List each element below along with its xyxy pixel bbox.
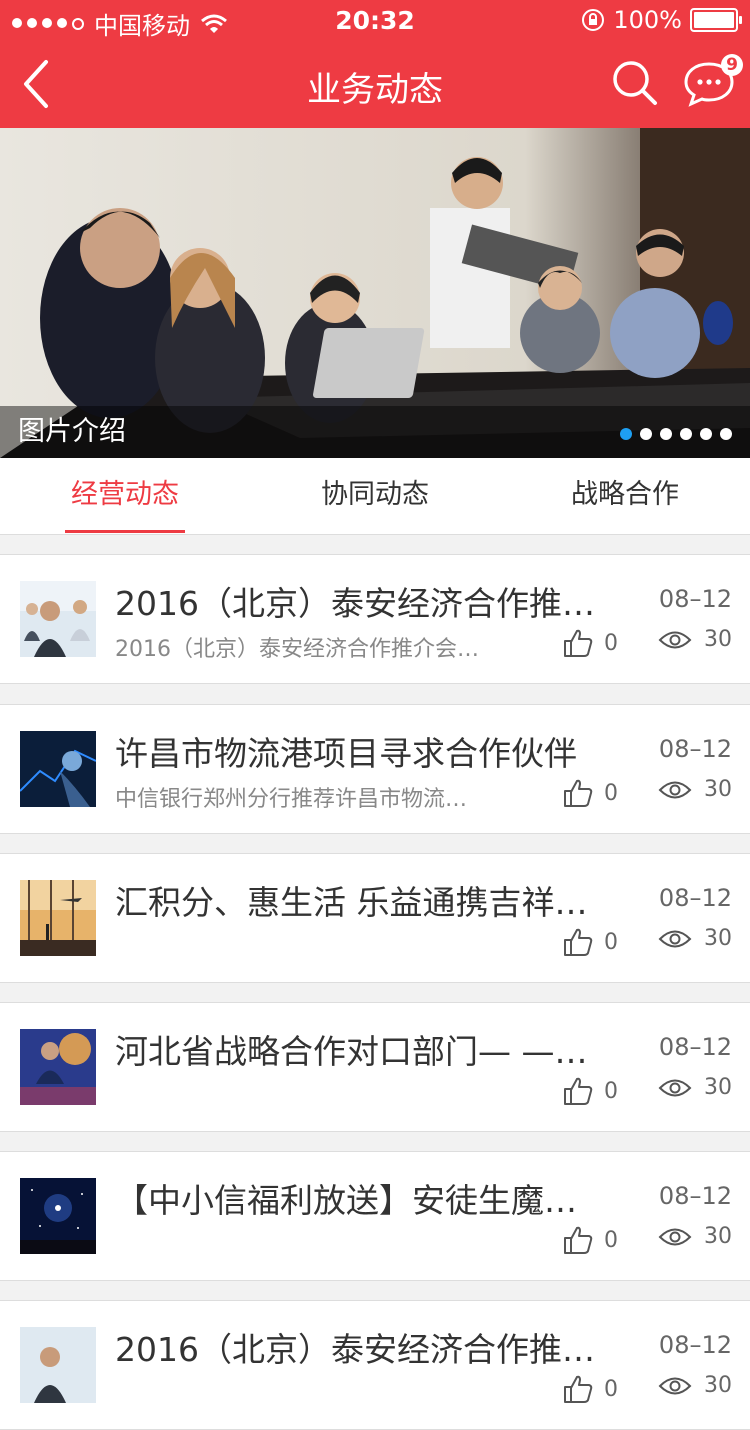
- item-date: 08–12: [658, 1033, 732, 1061]
- list-item[interactable]: 许昌市物流港项目寻求合作伙伴 中信银行郑州分行推荐许昌市物流… 08–12 0 …: [0, 704, 750, 834]
- thumbnail-conference-speaker: [20, 1029, 96, 1105]
- eye-icon: [658, 930, 692, 947]
- item-title: 河北省战略合作对口部门— —…: [115, 1032, 588, 1071]
- thumbs-up-icon: [564, 1226, 593, 1254]
- category-tabs: 经营动态 协同动态 战略合作: [0, 458, 750, 535]
- pager-dot[interactable]: [720, 428, 732, 440]
- list-item[interactable]: 汇积分、惠生活 乐益通携吉祥… 08–12 0 30: [0, 853, 750, 983]
- like-count: 0: [604, 780, 618, 806]
- item-summary: 2016（北京）泰安经济合作推介会…: [115, 637, 479, 662]
- battery-fill: [694, 12, 734, 28]
- view-count: 30: [704, 627, 732, 652]
- item-title: 许昌市物流港项目寻求合作伙伴: [115, 734, 577, 773]
- item-title: 2016（北京）泰安经济合作推…: [115, 584, 595, 623]
- eye-icon: [658, 1079, 692, 1096]
- eye-icon: [658, 1228, 692, 1245]
- view-count: 30: [704, 1075, 732, 1100]
- like-count: 0: [604, 929, 618, 955]
- thumbnail-starry-sky: [20, 1178, 96, 1254]
- search-icon[interactable]: [610, 58, 660, 108]
- battery-icon: [690, 8, 742, 32]
- view-count: 30: [704, 1224, 732, 1249]
- like-count: 0: [604, 630, 618, 656]
- item-date: 08–12: [658, 585, 732, 613]
- pager-dot[interactable]: [620, 428, 632, 440]
- eye-icon: [658, 781, 692, 798]
- eye-icon: [658, 1377, 692, 1394]
- nav-bar: 业务动态 9: [0, 40, 750, 128]
- like-button[interactable]: 0: [562, 1224, 618, 1256]
- banner-carousel[interactable]: 图片介绍: [0, 128, 750, 458]
- item-title: 2016（北京）泰安经济合作推…: [115, 1330, 595, 1369]
- tab-operations[interactable]: 经营动态: [50, 458, 200, 534]
- view-count-group: 30: [658, 1373, 732, 1398]
- banner-caption: 图片介绍: [18, 416, 126, 447]
- thumbs-up-icon: [564, 1375, 593, 1403]
- message-badge: 9: [721, 54, 743, 76]
- like-button[interactable]: 0: [562, 777, 618, 809]
- pager-dot[interactable]: [640, 428, 652, 440]
- thumbs-up-icon: [564, 779, 593, 807]
- pager-dot[interactable]: [660, 428, 672, 440]
- thumbs-up-icon: [564, 629, 593, 657]
- item-title: 汇积分、惠生活 乐益通携吉祥…: [115, 883, 588, 922]
- item-date: 08–12: [658, 735, 732, 763]
- view-count: 30: [704, 926, 732, 951]
- view-count-group: 30: [658, 1224, 732, 1249]
- thumbnail-business-meeting: [20, 1327, 96, 1403]
- pager-dot[interactable]: [700, 428, 712, 440]
- thumbnail-tech-hand: [20, 731, 96, 807]
- like-count: 0: [604, 1227, 618, 1253]
- banner-pager: [620, 428, 732, 440]
- eye-icon: [658, 631, 692, 648]
- view-count-group: 30: [658, 926, 732, 951]
- list-item[interactable]: 河北省战略合作对口部门— —… 08–12 0 30: [0, 1002, 750, 1132]
- like-count: 0: [604, 1376, 618, 1402]
- view-count-group: 30: [658, 777, 732, 802]
- like-button[interactable]: 0: [562, 627, 618, 659]
- tab-strategic-partnership[interactable]: 战略合作: [550, 458, 700, 534]
- view-count: 30: [704, 777, 732, 802]
- item-date: 08–12: [658, 1331, 732, 1359]
- thumbs-up-icon: [564, 1077, 593, 1105]
- item-date: 08–12: [658, 1182, 732, 1210]
- like-count: 0: [604, 1078, 618, 1104]
- status-bar: 中国移动 20:32 100%: [0, 0, 750, 40]
- thumbnail-business-meeting: [20, 581, 96, 657]
- like-button[interactable]: 0: [562, 926, 618, 958]
- thumbnail-airport-plane: [20, 880, 96, 956]
- item-date: 08–12: [658, 884, 732, 912]
- item-title: 【中小信福利放送】安徒生魔…: [115, 1181, 577, 1220]
- item-summary: 中信银行郑州分行推荐许昌市物流…: [115, 787, 468, 812]
- thumbs-up-icon: [564, 928, 593, 956]
- list-item[interactable]: 2016（北京）泰安经济合作推… 2016（北京）泰安经济合作推介会… 08–1…: [0, 554, 750, 684]
- like-button[interactable]: 0: [562, 1075, 618, 1107]
- battery-percent: 100%: [613, 6, 682, 34]
- message-button[interactable]: 9: [683, 54, 743, 108]
- view-count-group: 30: [658, 1075, 732, 1100]
- list-item[interactable]: 【中小信福利放送】安徒生魔… 08–12 0 30: [0, 1151, 750, 1281]
- list-item[interactable]: 2016（北京）泰安经济合作推… 08–12 0 30: [0, 1300, 750, 1430]
- view-count-group: 30: [658, 627, 732, 652]
- pager-dot[interactable]: [680, 428, 692, 440]
- tab-collaboration[interactable]: 协同动态: [300, 458, 450, 534]
- view-count: 30: [704, 1373, 732, 1398]
- tab-active-indicator: [65, 530, 185, 533]
- rotation-lock-icon: [582, 9, 605, 31]
- like-button[interactable]: 0: [562, 1373, 618, 1405]
- status-right: 100%: [581, 6, 742, 34]
